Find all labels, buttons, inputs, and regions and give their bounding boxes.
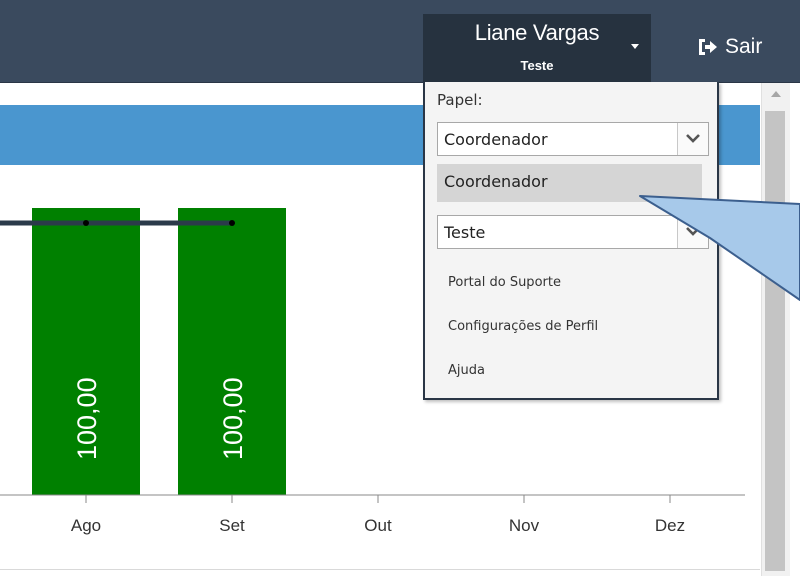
logout-label: Sair — [725, 35, 763, 58]
role-option-highlighted[interactable]: Coordenador — [437, 164, 702, 202]
user-dropdown-menu: Papel: Coordenador Coordenador Teste Por… — [423, 82, 719, 400]
menu-item-help[interactable]: Ajuda — [448, 363, 485, 378]
bar-value-label: 100,00 — [218, 377, 248, 460]
user-menu-toggle[interactable]: Liane Vargas Teste — [423, 14, 651, 82]
vertical-scrollbar[interactable] — [761, 83, 790, 576]
x-axis-label-nov: Nov — [509, 516, 540, 535]
organization-select[interactable]: Teste — [437, 215, 709, 249]
x-axis-label-dez: Dez — [655, 516, 685, 535]
role-label: Papel: — [437, 91, 483, 109]
sign-out-icon — [697, 37, 719, 57]
line-point[interactable] — [229, 220, 235, 226]
chevron-down-icon[interactable] — [677, 216, 708, 248]
logout-button[interactable]: Sair — [697, 33, 762, 61]
top-navigation-bar: Liane Vargas Teste Sair — [0, 0, 800, 83]
user-subtitle: Teste — [520, 58, 554, 73]
chevron-down-icon[interactable] — [677, 123, 708, 155]
menu-item-profile-settings[interactable]: Configurações de Perfil — [448, 319, 598, 334]
x-axis-label-out: Out — [364, 516, 392, 535]
menu-item-support-portal[interactable]: Portal do Suporte — [448, 275, 561, 290]
user-name: Liane Vargas — [474, 20, 600, 45]
bar-value-label: 100,00 — [72, 377, 102, 460]
line-point[interactable] — [83, 220, 89, 226]
caret-down-icon — [631, 44, 639, 49]
scroll-thumb[interactable] — [765, 111, 785, 571]
panel-bottom-border — [0, 569, 760, 570]
role-select-value: Coordenador — [444, 130, 548, 149]
role-option-label: Coordenador — [444, 172, 548, 191]
organization-select-value: Teste — [444, 223, 486, 242]
x-axis-label-ago: Ago — [71, 516, 101, 535]
role-select[interactable]: Coordenador — [437, 122, 709, 156]
scroll-up-arrow-icon[interactable] — [771, 91, 781, 97]
x-axis-label-set: Set — [219, 516, 245, 535]
